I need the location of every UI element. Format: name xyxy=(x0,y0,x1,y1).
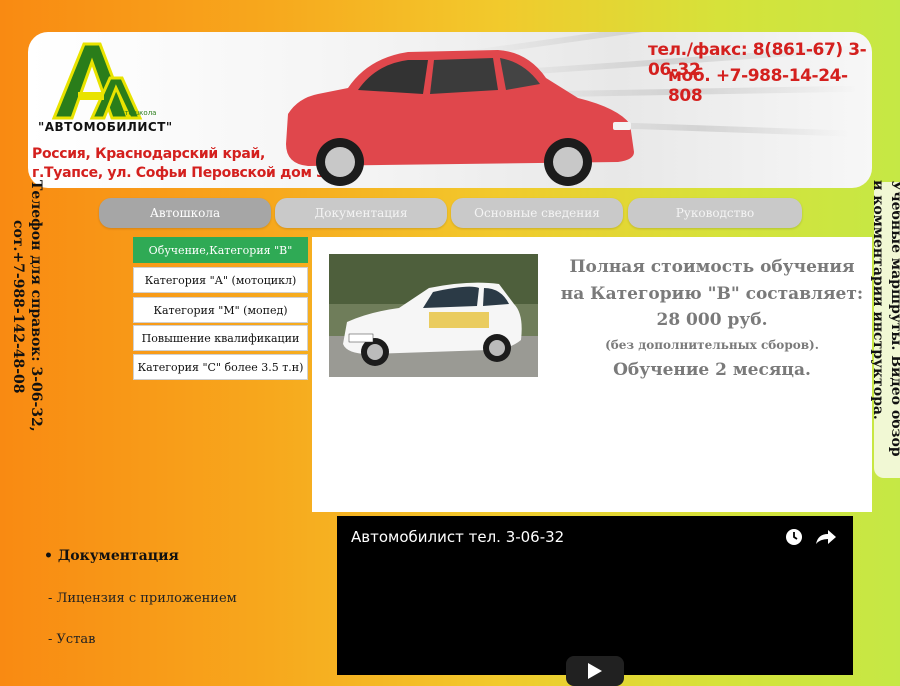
right-banner-text[interactable]: Учебные маршруты. Видео обзор и коммента… xyxy=(865,180,900,470)
header-banner: автошкола "АВТОМОБИЛИСТ" Россия, Краснод… xyxy=(28,32,872,188)
share-icon[interactable] xyxy=(815,528,837,546)
tab-label: Автошкола xyxy=(149,206,221,220)
side-item-category-b[interactable]: Обучение,Категория "В" xyxy=(133,237,308,263)
tab-label: Руководство xyxy=(675,206,755,220)
right-banner-line-1: Учебные маршруты. Видео обзор xyxy=(888,180,900,457)
charter-link[interactable]: - Устав xyxy=(48,632,95,647)
side-item-category-a[interactable]: Категория "А" (мотоцикл) xyxy=(133,267,308,293)
watch-later-icon[interactable] xyxy=(785,528,803,546)
phone-mobile: моб. +7-988-14-24-808 xyxy=(668,66,848,106)
play-button[interactable] xyxy=(566,656,624,686)
play-icon xyxy=(588,663,602,679)
side-item-label: Обучение,Категория "В" xyxy=(148,243,293,257)
side-item-category-c[interactable]: Категория "С" более 3.5 т.н) xyxy=(133,354,308,380)
side-item-label: Повышение квалификации xyxy=(141,331,300,345)
price-amount: 28 000 руб. xyxy=(656,310,768,330)
logo-caption: "АВТОМОБИЛИСТ" xyxy=(38,120,173,134)
training-car-photo xyxy=(329,254,538,377)
side-item-label: Категория "С" более 3.5 т.н) xyxy=(137,360,304,374)
side-item-label: Категория "А" (мотоцикл) xyxy=(144,273,297,287)
license-link[interactable]: - Лицензия с приложением xyxy=(48,591,237,606)
address-line-1: Россия, Краснодарский край, xyxy=(32,146,266,162)
video-player[interactable]: Автомобилист тел. 3-06-32 xyxy=(337,516,853,686)
documents-heading: • Документация xyxy=(44,548,179,564)
side-item-qualification[interactable]: Повышение квалификации xyxy=(133,325,308,351)
video-title[interactable]: Автомобилист тел. 3-06-32 xyxy=(351,528,564,546)
price-line-2: на Категорию "В" составляет: xyxy=(560,284,864,304)
side-item-category-m[interactable]: Категория "М" (мопед) xyxy=(133,297,308,323)
car-image xyxy=(286,50,634,186)
price-note: (без дополнительных сборов). xyxy=(605,338,819,352)
tab-management[interactable]: Руководство xyxy=(628,198,802,228)
tab-autoschool[interactable]: Автошкола xyxy=(99,198,271,228)
tab-label: Документация xyxy=(314,206,408,220)
documents-heading-text: Документация xyxy=(57,548,179,564)
main-content: Полная стоимость обучения на Категорию "… xyxy=(312,237,872,512)
left-banner-line-1: Телефон для справок: 3-06-32, xyxy=(28,180,44,432)
tab-basic-info[interactable]: Основные сведения xyxy=(451,198,623,228)
training-duration: Обучение 2 месяца. xyxy=(613,360,811,380)
tab-label: Основные сведения xyxy=(474,206,600,220)
left-banner-line-2: сот.+7-988-142-48-08 xyxy=(10,220,26,394)
right-banner-line-2: и комментарии инструктора. xyxy=(870,180,886,420)
left-phone-banner: Телефон для справок: 3-06-32, сот.+7-988… xyxy=(5,180,45,470)
bullet-icon: • xyxy=(44,548,53,564)
tab-documentation[interactable]: Документация xyxy=(275,198,447,228)
side-item-label: Категория "М" (мопед) xyxy=(153,303,288,317)
price-line-1: Полная стоимость обучения xyxy=(569,257,855,277)
logo-subtitle: автошкола xyxy=(116,109,157,117)
